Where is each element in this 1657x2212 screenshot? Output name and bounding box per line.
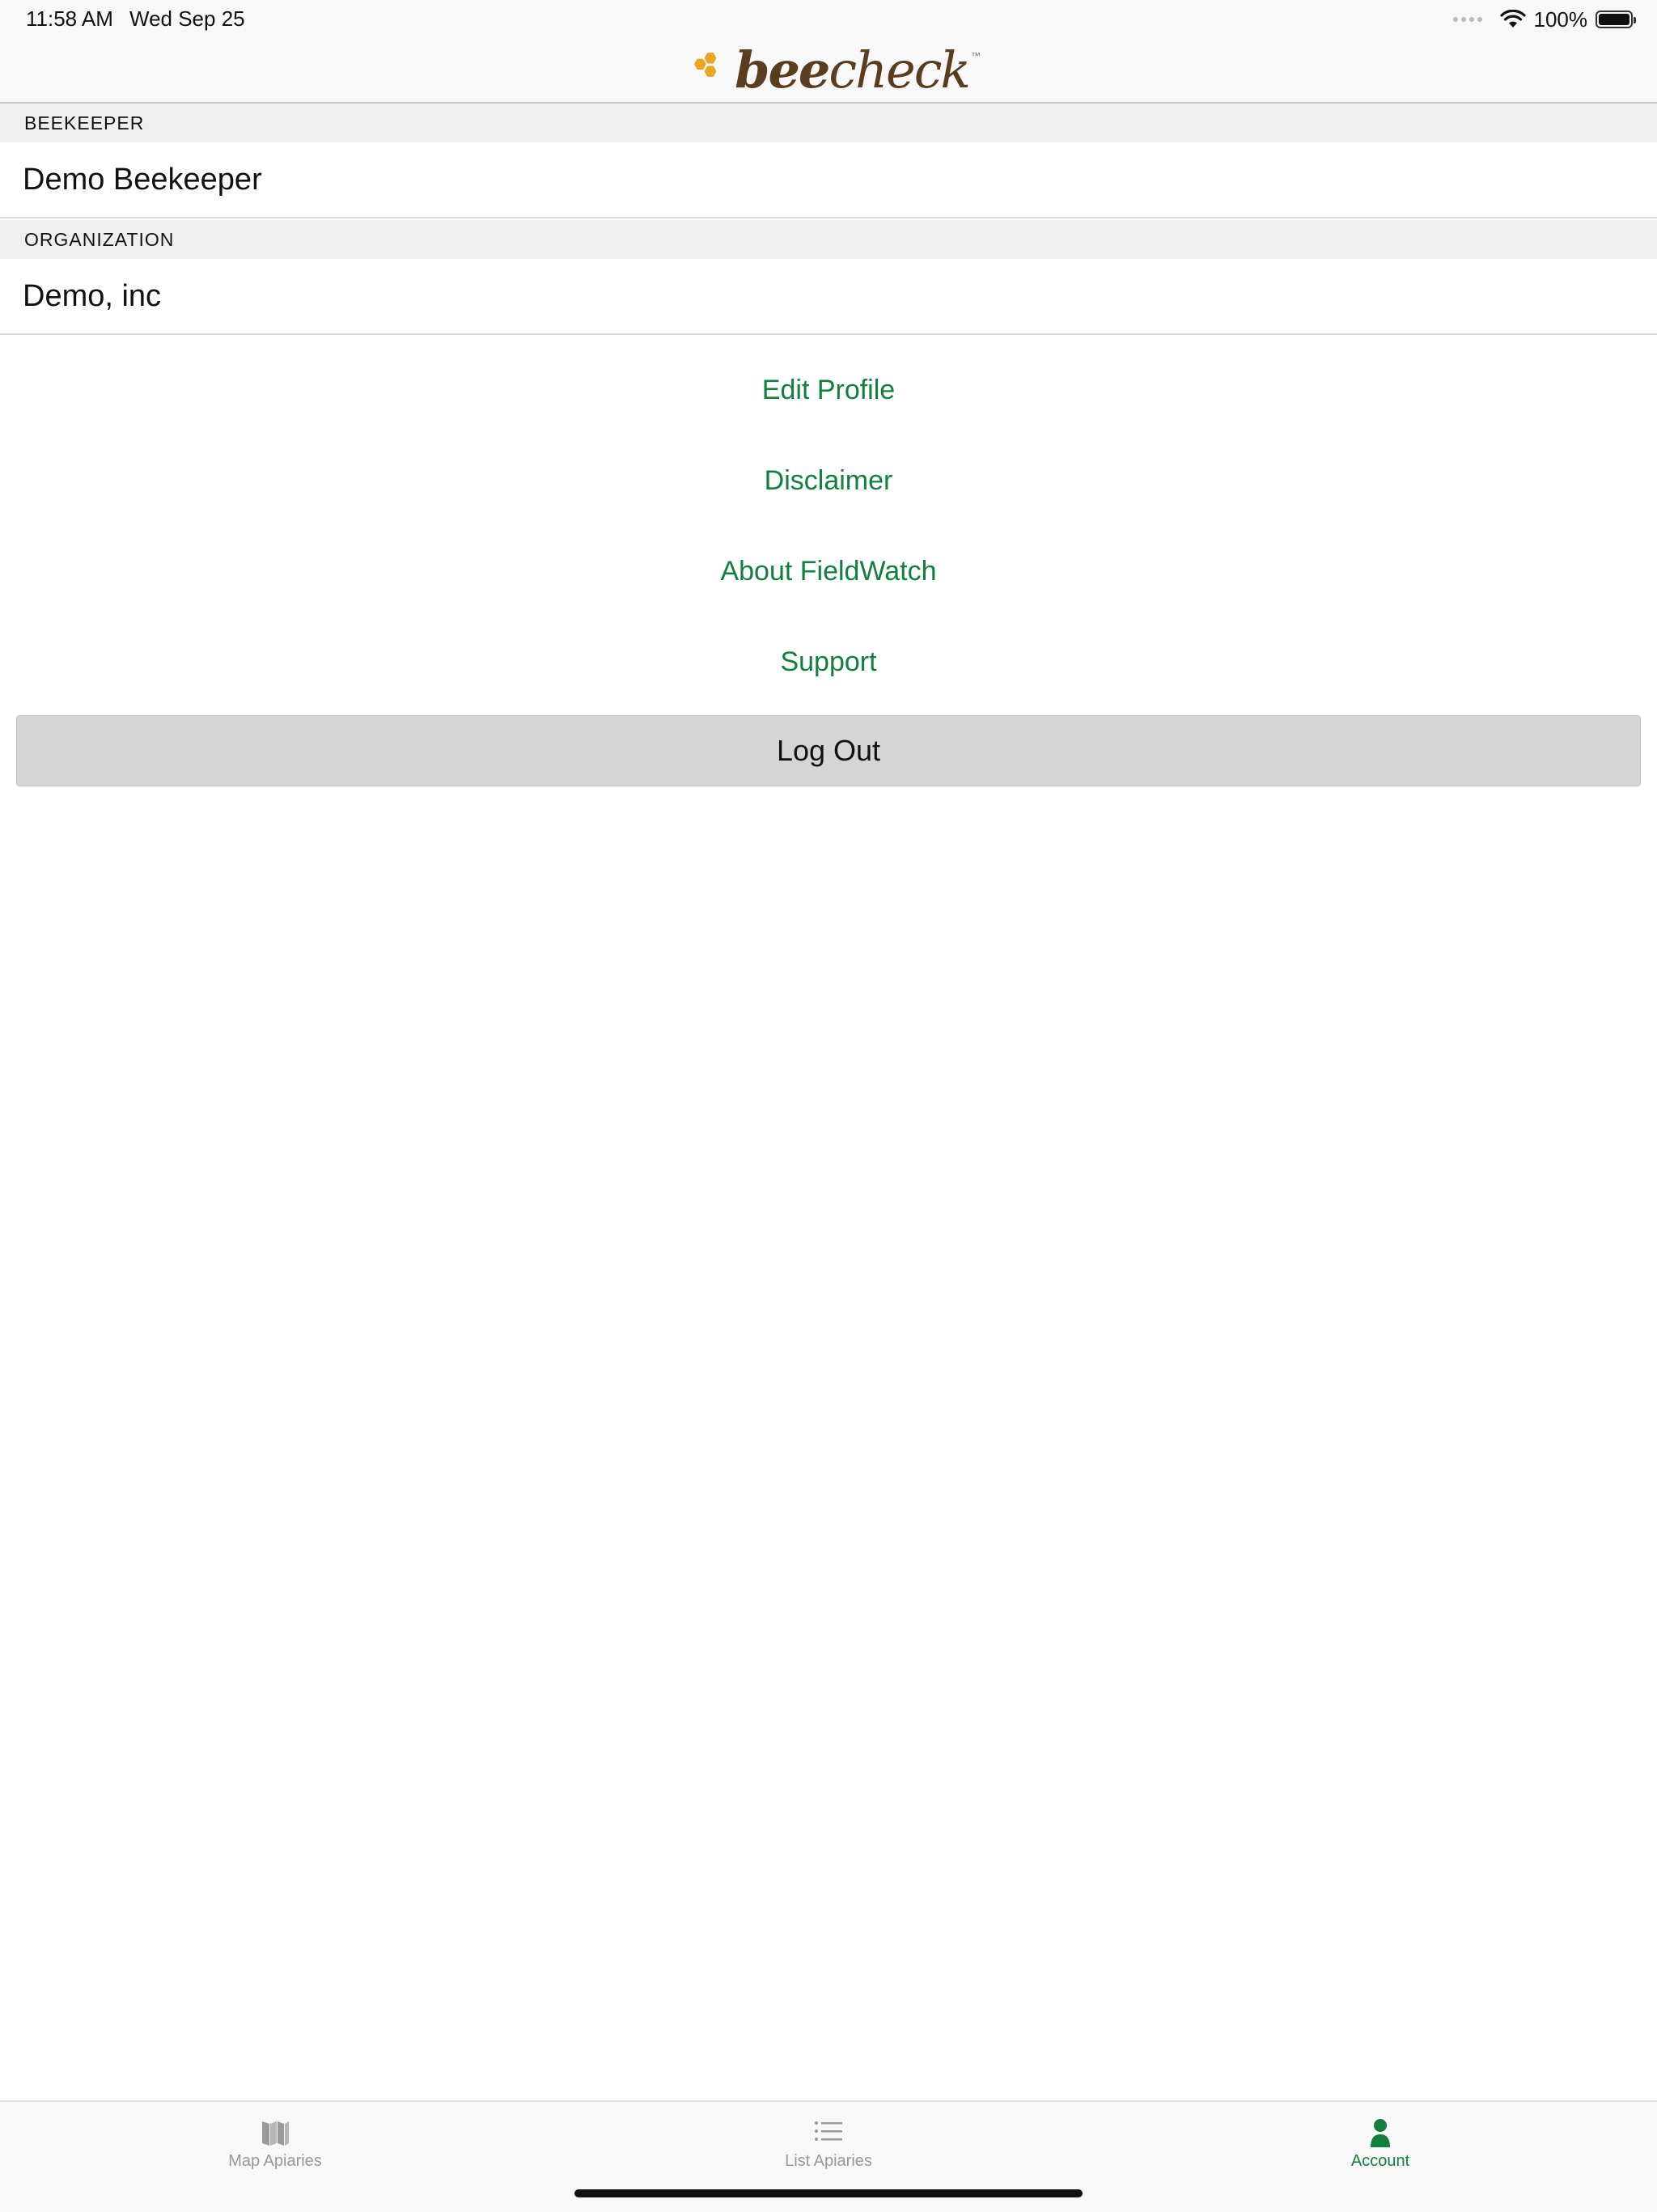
beekeeper-section-header: BEEKEEPER [0, 104, 1657, 142]
beekeeper-name: Demo Beekeeper [0, 142, 1657, 218]
organization-section-header: ORGANIZATION [0, 220, 1657, 259]
log-out-button[interactable]: Log Out [16, 715, 1641, 786]
beecheck-logo: bee check ™ [689, 39, 981, 100]
tab-list-apiaries[interactable]: List Apiaries [707, 2117, 950, 2181]
tab-map-apiaries[interactable]: Map Apiaries [154, 2117, 396, 2181]
tab-account[interactable]: Account [1259, 2117, 1502, 2181]
disclaimer-link[interactable]: Disclaimer [0, 452, 1657, 509]
edit-profile-link[interactable]: Edit Profile [0, 362, 1657, 418]
battery-icon [1596, 11, 1636, 28]
logo-text-bee: bee [735, 40, 830, 100]
tab-label-map: Map Apiaries [228, 2152, 322, 2170]
person-icon [1371, 2119, 1390, 2147]
wifi-icon [1499, 10, 1526, 28]
tab-label-list: List Apiaries [785, 2152, 872, 2170]
navigation-bar: bee check ™ [0, 39, 1657, 104]
tab-label-account: Account [1350, 2152, 1410, 2170]
cellular-signal-icon [1452, 17, 1482, 22]
status-time: 11:58 AM [26, 6, 113, 31]
status-date: Wed Sep 25 [129, 6, 245, 31]
map-icon [262, 2121, 289, 2146]
battery-percentage: 100% [1533, 6, 1588, 32]
status-bar: 11:58 AM Wed Sep 25 100% [0, 0, 1657, 39]
logo-text-check: check [828, 40, 971, 100]
honeycomb-icon [693, 53, 717, 77]
trademark-mark: ™ [971, 50, 981, 61]
status-indicators: 100% [1452, 5, 1636, 34]
list-icon [815, 2121, 842, 2141]
organization-name: Demo, inc [0, 259, 1657, 335]
home-indicator[interactable] [574, 2189, 1083, 2197]
about-fieldwatch-link[interactable]: About FieldWatch [0, 543, 1657, 600]
support-link[interactable]: Support [0, 634, 1657, 690]
